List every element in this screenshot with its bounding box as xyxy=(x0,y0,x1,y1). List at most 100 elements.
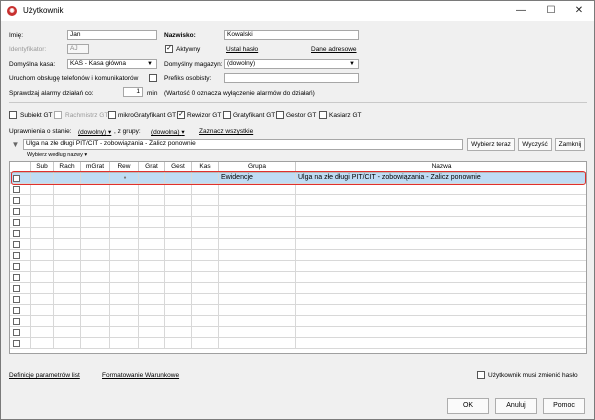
table-row[interactable] xyxy=(10,327,586,338)
row-checkbox[interactable] xyxy=(13,274,20,281)
anuluj-button[interactable]: Anuluj xyxy=(495,398,537,414)
row-checkbox[interactable] xyxy=(13,197,20,204)
role-checkbox-rachmistrz[interactable] xyxy=(54,111,62,119)
table-row[interactable] xyxy=(10,305,586,316)
chevron-down-icon: ▼ xyxy=(147,61,153,67)
row-checkbox[interactable] xyxy=(13,263,20,270)
role-checkbox-kasiarz[interactable] xyxy=(319,111,327,119)
table-row[interactable] xyxy=(10,283,586,294)
zaznacz-wszystkie-link[interactable]: Zaznacz wszystkie xyxy=(199,128,253,135)
telefon-checkbox[interactable] xyxy=(149,74,157,82)
user-dialog-window: ◉ Użytkownik — ☐ ✕ Imię: Jan Nazwisko: K… xyxy=(0,0,595,420)
wyczysc-button[interactable]: Wyczyść xyxy=(518,138,552,151)
imie-input[interactable]: Jan xyxy=(67,30,157,40)
table-cell xyxy=(54,283,81,294)
definicje-link[interactable]: Definicje parametrów list xyxy=(9,372,80,379)
table-cell xyxy=(31,283,54,294)
pomoc-button[interactable]: Pomoc xyxy=(543,398,585,414)
row-checkbox[interactable] xyxy=(13,318,20,325)
table-row[interactable] xyxy=(10,250,586,261)
table-cell xyxy=(165,206,192,217)
role-label-kasiarz: Kasiarz GT xyxy=(329,112,362,119)
table-cell xyxy=(54,250,81,261)
table-row[interactable] xyxy=(10,239,586,250)
table-row[interactable] xyxy=(10,184,586,195)
alarm-label: Sprawdzaj alarmy działań co: xyxy=(9,90,94,97)
row-checkbox[interactable] xyxy=(13,230,20,237)
dane-adresowe-link[interactable]: Dane adresowe xyxy=(311,46,357,53)
sort-dropdown[interactable]: Wybierz według nazwy ▾ xyxy=(27,152,87,158)
row-checkbox[interactable] xyxy=(13,252,20,259)
table-cell xyxy=(165,228,192,239)
grupa-dropdown[interactable]: (dowolna) ▾ xyxy=(151,128,185,136)
role-checkbox-mikrogratyfikant[interactable] xyxy=(108,111,116,119)
prefiks-input[interactable] xyxy=(224,73,359,83)
table-cell xyxy=(54,294,81,305)
table-cell xyxy=(296,184,586,195)
table-cell xyxy=(31,305,54,316)
minimize-icon[interactable]: — xyxy=(506,1,536,21)
table-cell xyxy=(219,327,296,338)
table-row[interactable] xyxy=(10,206,586,217)
zamknij-button[interactable]: Zamknij xyxy=(555,138,585,151)
alarm-input[interactable]: 1 xyxy=(123,87,143,97)
search-input[interactable]: Ulga na złe długi PIT/CIT - zobowiązania… xyxy=(23,139,463,150)
row-checkbox[interactable] xyxy=(13,219,20,226)
table-row[interactable] xyxy=(10,228,586,239)
table-cell xyxy=(81,338,110,349)
identyfikator-input[interactable]: AJ xyxy=(67,44,89,54)
nazwisko-input[interactable]: Kowalski xyxy=(224,30,359,40)
table-cell xyxy=(54,305,81,316)
ok-button[interactable]: OK xyxy=(447,398,489,414)
ustal-haslo-link[interactable]: Ustal hasło xyxy=(226,46,258,53)
row-checkbox[interactable] xyxy=(13,340,20,347)
table-row[interactable] xyxy=(10,294,586,305)
maximize-icon[interactable]: ☐ xyxy=(536,1,566,21)
table-cell xyxy=(10,316,31,327)
table-cell xyxy=(139,217,165,228)
aktywny-checkbox[interactable]: ✓ xyxy=(165,45,173,53)
role-checkbox-gestor[interactable] xyxy=(276,111,284,119)
table-cell xyxy=(139,327,165,338)
table-cell xyxy=(219,338,296,349)
role-checkbox-rewizor[interactable]: ✓ xyxy=(177,111,185,119)
table-cell xyxy=(139,184,165,195)
musi-zmienic-checkbox[interactable] xyxy=(477,371,485,379)
table-row[interactable] xyxy=(10,316,586,327)
table-cell xyxy=(296,316,586,327)
table-row[interactable] xyxy=(10,217,586,228)
row-checkbox[interactable] xyxy=(13,241,20,248)
table-cell xyxy=(165,316,192,327)
formatowanie-link[interactable]: Formatowanie Warunkowe xyxy=(102,372,179,379)
table-cell xyxy=(165,338,192,349)
row-checkbox[interactable] xyxy=(13,296,20,303)
highlight-frame xyxy=(11,171,586,185)
row-checkbox[interactable] xyxy=(13,285,20,292)
sort-label: Wybierz według nazwy xyxy=(27,152,83,158)
table-cell xyxy=(165,272,192,283)
row-checkbox[interactable] xyxy=(13,208,20,215)
table-cell xyxy=(192,338,219,349)
row-checkbox[interactable] xyxy=(13,329,20,336)
table-cell xyxy=(10,206,31,217)
table-cell xyxy=(10,195,31,206)
kasa-select[interactable]: KAS - Kasa główna ▼ xyxy=(67,59,157,69)
table-row[interactable] xyxy=(10,338,586,349)
close-icon[interactable]: ✕ xyxy=(564,1,594,21)
magazyn-select[interactable]: (dowolny) ▼ xyxy=(224,59,359,69)
role-checkbox-gratyfikant[interactable] xyxy=(223,111,231,119)
table-row[interactable] xyxy=(10,272,586,283)
wybierz-teraz-button[interactable]: Wybierz teraz xyxy=(467,138,515,151)
table-cell xyxy=(110,305,139,316)
stan-dropdown[interactable]: (dowolny) ▾ xyxy=(78,128,111,136)
filter-icon[interactable]: ▼ xyxy=(9,138,22,151)
kasa-label: Domyślna kasa: xyxy=(9,61,56,68)
table-cell xyxy=(139,316,165,327)
table-row[interactable] xyxy=(10,261,586,272)
table-cell xyxy=(10,283,31,294)
row-checkbox[interactable] xyxy=(13,186,20,193)
table-cell xyxy=(81,250,110,261)
table-row[interactable] xyxy=(10,195,586,206)
role-checkbox-subiekt[interactable] xyxy=(9,111,17,119)
row-checkbox[interactable] xyxy=(13,307,20,314)
